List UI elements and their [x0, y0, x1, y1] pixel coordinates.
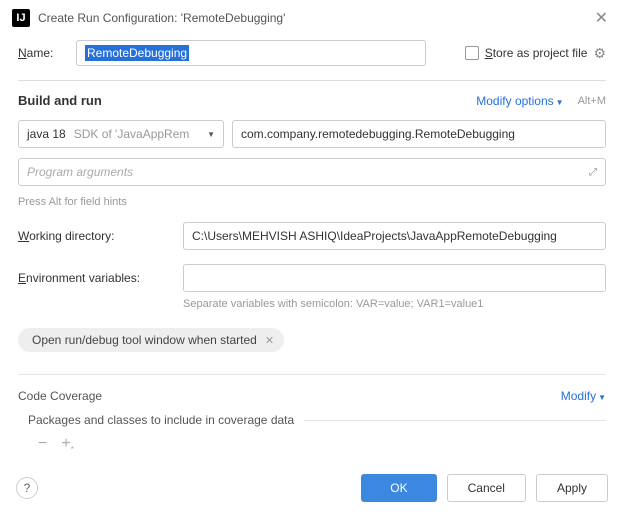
separator [18, 374, 606, 375]
env-variables-input[interactable] [183, 264, 606, 292]
close-button[interactable]: ✕ [591, 8, 612, 28]
separator [304, 420, 606, 421]
titlebar: IJ Create Run Configuration: 'RemoteDebu… [0, 0, 624, 36]
name-input[interactable]: RemoteDebugging [76, 40, 426, 66]
chip-close-icon[interactable]: ✕ [265, 334, 274, 347]
help-button[interactable]: ? [16, 477, 38, 499]
name-input-value: RemoteDebugging [85, 45, 189, 61]
option-chip[interactable]: Open run/debug tool window when started … [18, 328, 284, 352]
app-icon: IJ [12, 9, 30, 27]
separator [18, 80, 606, 81]
cancel-button[interactable]: Cancel [447, 474, 526, 502]
dialog-title: Create Run Configuration: 'RemoteDebuggi… [38, 11, 583, 25]
coverage-modify-link[interactable]: Modify▼ [561, 389, 606, 403]
program-arguments-placeholder: Program arguments [27, 165, 133, 179]
store-label: Store as project file [485, 46, 588, 60]
chevron-down-icon: ▼ [556, 98, 564, 107]
working-directory-label: Working directory: [18, 229, 173, 243]
field-hint: Press Alt for field hints [18, 196, 606, 208]
program-arguments-input[interactable]: Program arguments ⤢ [18, 158, 606, 186]
build-run-title: Build and run [18, 93, 102, 108]
expand-icon[interactable]: ⤢ [589, 167, 597, 178]
env-helper-text: Separate variables with semicolon: VAR=v… [183, 298, 606, 310]
working-directory-input[interactable]: C:\Users\MEHVISH ASHIQ\IdeaProjects\Java… [183, 222, 606, 250]
env-variables-label: Environment variables: [18, 271, 173, 285]
add-button[interactable]: +* [61, 435, 73, 454]
sdk-detail: SDK of 'JavaAppRem [74, 127, 190, 141]
main-class-value: com.company.remotedebugging.RemoteDebugg… [241, 127, 515, 141]
ok-button[interactable]: OK [361, 474, 436, 502]
chevron-down-icon: ▼ [207, 130, 215, 139]
sdk-dropdown[interactable]: java 18 SDK of 'JavaAppRem ▼ [18, 120, 224, 148]
chip-label: Open run/debug tool window when started [32, 333, 257, 347]
modify-options-link[interactable]: Modify options▼ [476, 94, 563, 108]
store-checkbox[interactable] [465, 46, 479, 60]
apply-button[interactable]: Apply [536, 474, 608, 502]
coverage-subtitle: Packages and classes to include in cover… [28, 413, 294, 427]
sdk-name: java 18 [27, 127, 66, 141]
code-coverage-title: Code Coverage [18, 389, 102, 403]
main-class-input[interactable]: com.company.remotedebugging.RemoteDebugg… [232, 120, 606, 148]
working-directory-value: C:\Users\MEHVISH ASHIQ\IdeaProjects\Java… [192, 229, 557, 243]
name-label: Name: [18, 46, 76, 60]
remove-button[interactable]: − [38, 435, 47, 454]
gear-icon[interactable]: ⚙ [593, 45, 606, 62]
chevron-down-icon: ▼ [598, 393, 606, 402]
shortcut-hint: Alt+M [578, 95, 606, 107]
